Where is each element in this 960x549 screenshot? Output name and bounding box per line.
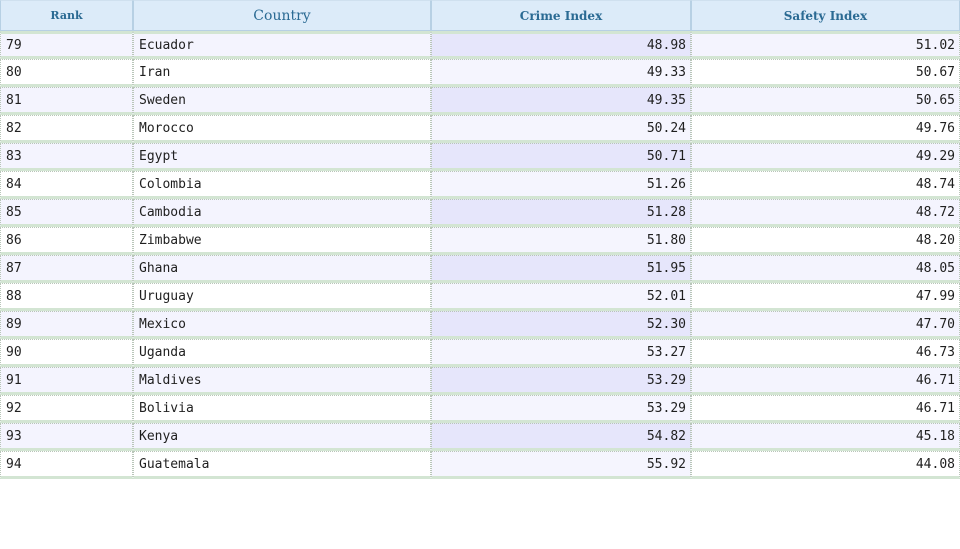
cell-crime-index: 54.82 xyxy=(431,423,691,451)
cell-crime-index: 51.95 xyxy=(431,255,691,283)
cell-rank: 93 xyxy=(0,423,133,451)
cell-crime-index: 48.98 xyxy=(431,31,691,59)
cell-country: Guatemala xyxy=(133,451,431,479)
cell-safety-index: 48.20 xyxy=(691,227,960,255)
cell-crime-index: 52.30 xyxy=(431,311,691,339)
cell-crime-index: 51.26 xyxy=(431,171,691,199)
cell-safety-index: 49.29 xyxy=(691,143,960,171)
cell-crime-index: 50.71 xyxy=(431,143,691,171)
table-row: 82 Morocco 50.24 49.76 xyxy=(0,115,960,143)
cell-crime-index: 53.29 xyxy=(431,367,691,395)
crime-index-table: Rank Country Crime Index Safety Index 79… xyxy=(0,0,960,479)
table-row: 92 Bolivia 53.29 46.71 xyxy=(0,395,960,423)
cell-rank: 86 xyxy=(0,227,133,255)
cell-crime-index: 53.27 xyxy=(431,339,691,367)
cell-country: Uruguay xyxy=(133,283,431,311)
table-row: 80 Iran 49.33 50.67 xyxy=(0,59,960,87)
cell-rank: 82 xyxy=(0,115,133,143)
cell-safety-index: 51.02 xyxy=(691,31,960,59)
cell-country: Ghana xyxy=(133,255,431,283)
cell-rank: 90 xyxy=(0,339,133,367)
cell-crime-index: 50.24 xyxy=(431,115,691,143)
cell-rank: 80 xyxy=(0,59,133,87)
cell-country: Ecuador xyxy=(133,31,431,59)
cell-safety-index: 50.67 xyxy=(691,59,960,87)
cell-rank: 91 xyxy=(0,367,133,395)
cell-rank: 87 xyxy=(0,255,133,283)
cell-country: Cambodia xyxy=(133,199,431,227)
cell-crime-index: 51.28 xyxy=(431,199,691,227)
cell-rank: 94 xyxy=(0,451,133,479)
cell-safety-index: 46.71 xyxy=(691,395,960,423)
cell-rank: 85 xyxy=(0,199,133,227)
cell-rank: 83 xyxy=(0,143,133,171)
cell-safety-index: 50.65 xyxy=(691,87,960,115)
cell-safety-index: 48.05 xyxy=(691,255,960,283)
table-row: 91 Maldives 53.29 46.71 xyxy=(0,367,960,395)
cell-rank: 88 xyxy=(0,283,133,311)
column-header-rank[interactable]: Rank xyxy=(0,0,133,31)
cell-rank: 79 xyxy=(0,31,133,59)
cell-country: Kenya xyxy=(133,423,431,451)
cell-safety-index: 44.08 xyxy=(691,451,960,479)
cell-safety-index: 48.74 xyxy=(691,171,960,199)
table-row: 83 Egypt 50.71 49.29 xyxy=(0,143,960,171)
cell-safety-index: 47.99 xyxy=(691,283,960,311)
table-row: 81 Sweden 49.35 50.65 xyxy=(0,87,960,115)
cell-country: Colombia xyxy=(133,171,431,199)
cell-crime-index: 49.35 xyxy=(431,87,691,115)
cell-safety-index: 49.76 xyxy=(691,115,960,143)
cell-crime-index: 53.29 xyxy=(431,395,691,423)
cell-country: Morocco xyxy=(133,115,431,143)
cell-country: Uganda xyxy=(133,339,431,367)
cell-safety-index: 47.70 xyxy=(691,311,960,339)
table-row: 90 Uganda 53.27 46.73 xyxy=(0,339,960,367)
cell-country: Mexico xyxy=(133,311,431,339)
cell-rank: 89 xyxy=(0,311,133,339)
cell-crime-index: 49.33 xyxy=(431,59,691,87)
table-row: 79 Ecuador 48.98 51.02 xyxy=(0,31,960,59)
cell-country: Sweden xyxy=(133,87,431,115)
cell-country: Zimbabwe xyxy=(133,227,431,255)
table-row: 89 Mexico 52.30 47.70 xyxy=(0,311,960,339)
table-row: 85 Cambodia 51.28 48.72 xyxy=(0,199,960,227)
table-row: 84 Colombia 51.26 48.74 xyxy=(0,171,960,199)
column-header-country[interactable]: Country xyxy=(133,0,431,31)
table-row: 87 Ghana 51.95 48.05 xyxy=(0,255,960,283)
table-row: 86 Zimbabwe 51.80 48.20 xyxy=(0,227,960,255)
cell-safety-index: 46.71 xyxy=(691,367,960,395)
column-header-safety-index[interactable]: Safety Index xyxy=(691,0,960,31)
cell-country: Bolivia xyxy=(133,395,431,423)
cell-country: Maldives xyxy=(133,367,431,395)
cell-crime-index: 51.80 xyxy=(431,227,691,255)
cell-safety-index: 46.73 xyxy=(691,339,960,367)
table-row: 88 Uruguay 52.01 47.99 xyxy=(0,283,960,311)
cell-crime-index: 52.01 xyxy=(431,283,691,311)
header-row: Rank Country Crime Index Safety Index xyxy=(0,0,960,31)
table-row: 93 Kenya 54.82 45.18 xyxy=(0,423,960,451)
cell-rank: 81 xyxy=(0,87,133,115)
column-header-crime-index[interactable]: Crime Index xyxy=(431,0,691,31)
cell-safety-index: 45.18 xyxy=(691,423,960,451)
cell-rank: 92 xyxy=(0,395,133,423)
cell-rank: 84 xyxy=(0,171,133,199)
table-row: 94 Guatemala 55.92 44.08 xyxy=(0,451,960,479)
cell-safety-index: 48.72 xyxy=(691,199,960,227)
cell-country: Egypt xyxy=(133,143,431,171)
table-body: 79 Ecuador 48.98 51.02 80 Iran 49.33 50.67 81 Swe… xyxy=(0,31,960,479)
cell-country: Iran xyxy=(133,59,431,87)
cell-crime-index: 55.92 xyxy=(431,451,691,479)
table-header: Rank Country Crime Index Safety Index xyxy=(0,0,960,31)
